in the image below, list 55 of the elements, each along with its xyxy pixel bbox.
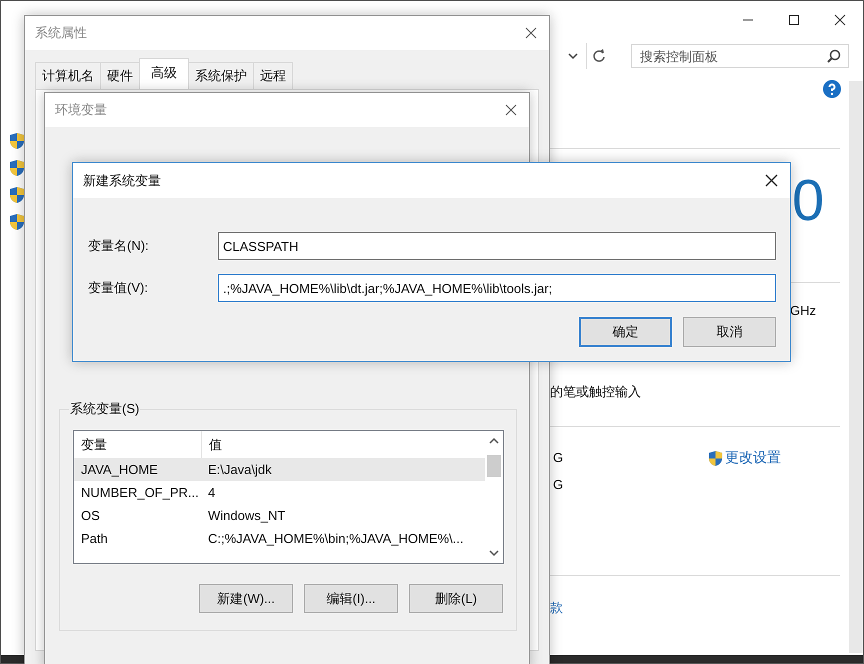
shield-icon [9, 186, 25, 204]
shield-icon [9, 159, 25, 177]
dialog-button[interactable]: 删除(L) [409, 584, 503, 613]
change-settings-link[interactable]: 更改设置 [708, 449, 781, 467]
variable-value: Windows_NT [207, 507, 286, 525]
maximize-icon[interactable] [788, 14, 800, 26]
variable-value: E:\Java\jdk [207, 461, 272, 479]
info-text: G [553, 450, 564, 465]
variable-name: JAVA_HOME [80, 461, 159, 479]
variable-row[interactable]: NUMBER_OF_PR... 4 [74, 481, 485, 504]
close-icon[interactable] [765, 174, 778, 187]
shield-icon [9, 213, 25, 231]
tab[interactable]: 远程 [253, 62, 293, 89]
search-field[interactable]: 搜索控制面板 [631, 44, 849, 68]
dialog-button[interactable]: 确定 [579, 317, 672, 347]
dialog-button[interactable]: 编辑(I)... [304, 584, 398, 613]
dialog-title: 系统属性 [35, 24, 87, 42]
dialog-title: 新建系统变量 [83, 172, 161, 190]
cpu-speed-text: GHz [790, 303, 816, 318]
input-field[interactable]: .;%JAVA_HOME%\lib\dt.jar;%JAVA_HOME%\lib\tools.jar; [218, 274, 776, 302]
dialog-button[interactable]: 取消 [683, 317, 776, 347]
edition-digit: 0 [792, 169, 824, 233]
close-icon[interactable] [505, 104, 517, 116]
refresh-icon[interactable] [592, 49, 606, 63]
field-label: 变量名(N): [88, 237, 150, 255]
dialog-button[interactable]: 新建(W)... [199, 584, 293, 613]
variable-row[interactable]: OS Windows_NT [74, 504, 485, 527]
field-label: 变量值(V): [88, 279, 149, 297]
variable-name: OS [80, 507, 101, 525]
close-icon[interactable] [834, 14, 846, 26]
tab[interactable]: 计算机名 [35, 62, 101, 89]
info-text: G [553, 477, 564, 492]
help-icon[interactable] [823, 80, 841, 98]
input-field[interactable]: CLASSPATH [218, 232, 776, 260]
variable-value: 4 [207, 484, 216, 502]
dropdown-icon[interactable] [568, 52, 578, 60]
variable-row[interactable]: Path C:;%JAVA_HOME%\bin;%JAVA_HOME%\... [74, 527, 485, 550]
group-label: 系统变量(S) [69, 400, 140, 418]
scrollbar[interactable] [849, 81, 863, 653]
scroll-down-icon[interactable] [489, 549, 499, 557]
close-icon[interactable] [525, 27, 537, 39]
variable-name: Path [80, 530, 109, 548]
pen-input-text: 的笔或触控输入 [550, 383, 641, 401]
column-header[interactable]: 值 [202, 431, 222, 458]
scroll-thumb[interactable] [487, 455, 501, 477]
shield-icon [9, 132, 25, 150]
shield-icon [708, 450, 723, 466]
variable-value: C:;%JAVA_HOME%\bin;%JAVA_HOME%\... [207, 530, 464, 548]
variable-name: NUMBER_OF_PR... [80, 484, 200, 502]
variable-row[interactable]: JAVA_HOME E:\Java\jdk [74, 458, 485, 481]
dialog-title: 环境变量 [55, 101, 107, 119]
scroll-up-icon[interactable] [489, 437, 499, 445]
search-icon [827, 49, 841, 63]
tab[interactable]: 高级 [139, 58, 189, 89]
link-text[interactable]: 款 [550, 599, 563, 617]
